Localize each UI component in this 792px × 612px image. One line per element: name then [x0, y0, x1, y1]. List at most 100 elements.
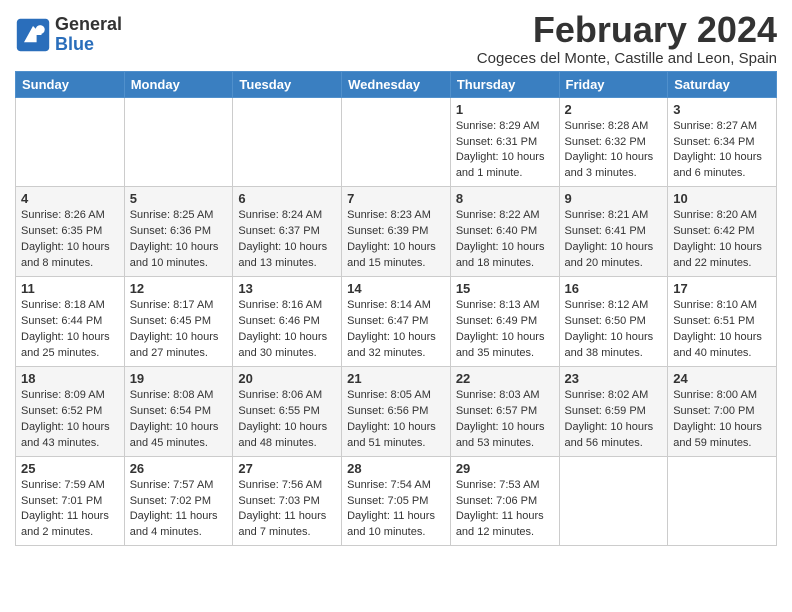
calendar-cell — [342, 97, 451, 187]
day-info: Sunrise: 8:25 AMSunset: 6:36 PMDaylight:… — [130, 208, 228, 272]
calendar-cell: 24 Sunrise: 8:00 AMSunset: 7:00 PMDayligh… — [668, 366, 777, 456]
day-info: Sunrise: 8:17 AMSunset: 6:45 PMDaylight:… — [130, 298, 228, 362]
day-info: Sunrise: 8:21 AMSunset: 6:41 PMDaylight:… — [565, 208, 663, 272]
logo-blue-text: Blue — [55, 35, 122, 55]
calendar-cell: 27 Sunrise: 7:56 AMSunset: 7:03 PMDayligh… — [233, 456, 342, 546]
calendar-cell: 10 Sunrise: 8:20 AMSunset: 6:42 PMDayligh… — [668, 187, 777, 277]
day-info: Sunrise: 8:22 AMSunset: 6:40 PMDaylight:… — [456, 208, 554, 272]
day-number: 15 — [456, 281, 554, 296]
col-header-wednesday: Wednesday — [342, 71, 451, 97]
col-header-friday: Friday — [559, 71, 668, 97]
day-info: Sunrise: 8:14 AMSunset: 6:47 PMDaylight:… — [347, 298, 445, 362]
day-info: Sunrise: 7:57 AMSunset: 7:02 PMDaylight:… — [130, 478, 228, 542]
week-row-1: 4Sunrise: 8:26 AMSunset: 6:35 PMDaylight… — [16, 187, 777, 277]
calendar-cell: 14 Sunrise: 8:14 AMSunset: 6:47 PMDayligh… — [342, 277, 451, 367]
logo: General Blue — [15, 15, 122, 55]
calendar: SundayMondayTuesdayWednesdayThursdayFrid… — [15, 71, 777, 547]
day-number: 27 — [238, 461, 336, 476]
calendar-cell: 9 Sunrise: 8:21 AMSunset: 6:41 PMDaylight… — [559, 187, 668, 277]
calendar-cell: 18Sunrise: 8:09 AMSunset: 6:52 PMDayligh… — [16, 366, 125, 456]
day-info: Sunrise: 8:00 AMSunset: 7:00 PMDaylight:… — [673, 388, 771, 452]
logo-icon — [15, 17, 51, 53]
day-info: Sunrise: 8:26 AMSunset: 6:35 PMDaylight:… — [21, 208, 119, 272]
day-number: 19 — [130, 371, 228, 386]
day-number: 12 — [130, 281, 228, 296]
day-number: 3 — [673, 102, 771, 117]
day-number: 11 — [21, 281, 119, 296]
calendar-cell: 7Sunrise: 8:23 AMSunset: 6:39 PMDaylight… — [342, 187, 451, 277]
day-info: Sunrise: 8:18 AMSunset: 6:44 PMDaylight:… — [21, 298, 119, 362]
subtitle: Cogeces del Monte, Castille and Leon, Sp… — [477, 50, 777, 67]
day-number: 24 — [673, 371, 771, 386]
calendar-header-row: SundayMondayTuesdayWednesdayThursdayFrid… — [16, 71, 777, 97]
day-info: Sunrise: 8:20 AMSunset: 6:42 PMDaylight:… — [673, 208, 771, 272]
day-info: Sunrise: 7:54 AMSunset: 7:05 PMDaylight:… — [347, 478, 445, 542]
col-header-saturday: Saturday — [668, 71, 777, 97]
day-info: Sunrise: 8:05 AMSunset: 6:56 PMDaylight:… — [347, 388, 445, 452]
calendar-cell — [16, 97, 125, 187]
day-number: 9 — [565, 191, 663, 206]
day-number: 5 — [130, 191, 228, 206]
week-row-4: 25 Sunrise: 7:59 AMSunset: 7:01 PMDayligh… — [16, 456, 777, 546]
day-info: Sunrise: 8:23 AMSunset: 6:39 PMDaylight:… — [347, 208, 445, 272]
day-number: 22 — [456, 371, 554, 386]
title-area: February 2024 Cogeces del Monte, Castill… — [477, 10, 777, 67]
calendar-cell: 3 Sunrise: 8:27 AMSunset: 6:34 PMDaylight… — [668, 97, 777, 187]
day-info: Sunrise: 8:03 AMSunset: 6:57 PMDaylight:… — [456, 388, 554, 452]
day-info: Sunrise: 7:59 AMSunset: 7:01 PMDaylight:… — [21, 478, 119, 542]
day-info: Sunrise: 8:09 AMSunset: 6:52 PMDaylight:… — [21, 388, 119, 452]
calendar-cell: 25 Sunrise: 7:59 AMSunset: 7:01 PMDayligh… — [16, 456, 125, 546]
day-info: Sunrise: 8:27 AMSunset: 6:34 PMDaylight:… — [673, 119, 771, 183]
day-number: 29 — [456, 461, 554, 476]
day-number: 23 — [565, 371, 663, 386]
calendar-cell: 22 Sunrise: 8:03 AMSunset: 6:57 PMDayligh… — [450, 366, 559, 456]
week-row-3: 18Sunrise: 8:09 AMSunset: 6:52 PMDayligh… — [16, 366, 777, 456]
day-number: 1 — [456, 102, 554, 117]
col-header-monday: Monday — [124, 71, 233, 97]
calendar-cell: 16 Sunrise: 8:12 AMSunset: 6:50 PMDayligh… — [559, 277, 668, 367]
calendar-cell: 2Sunrise: 8:28 AMSunset: 6:32 PMDaylight… — [559, 97, 668, 187]
calendar-cell: 13 Sunrise: 8:16 AMSunset: 6:46 PMDayligh… — [233, 277, 342, 367]
calendar-cell: 15Sunrise: 8:13 AMSunset: 6:49 PMDayligh… — [450, 277, 559, 367]
calendar-cell — [559, 456, 668, 546]
day-info: Sunrise: 8:02 AMSunset: 6:59 PMDaylight:… — [565, 388, 663, 452]
day-info: Sunrise: 8:06 AMSunset: 6:55 PMDaylight:… — [238, 388, 336, 452]
calendar-cell: 29 Sunrise: 7:53 AMSunset: 7:06 PMDayligh… — [450, 456, 559, 546]
day-number: 25 — [21, 461, 119, 476]
calendar-cell: 17Sunrise: 8:10 AMSunset: 6:51 PMDayligh… — [668, 277, 777, 367]
day-number: 17 — [673, 281, 771, 296]
header: General Blue February 2024 Cogeces del M… — [15, 10, 777, 67]
week-row-0: 1 Sunrise: 8:29 AMSunset: 6:31 PMDaylight… — [16, 97, 777, 187]
day-info: Sunrise: 8:24 AMSunset: 6:37 PMDaylight:… — [238, 208, 336, 272]
col-header-thursday: Thursday — [450, 71, 559, 97]
col-header-sunday: Sunday — [16, 71, 125, 97]
day-number: 16 — [565, 281, 663, 296]
calendar-cell: 12 Sunrise: 8:17 AMSunset: 6:45 PMDayligh… — [124, 277, 233, 367]
day-number: 26 — [130, 461, 228, 476]
calendar-cell: 4Sunrise: 8:26 AMSunset: 6:35 PMDaylight… — [16, 187, 125, 277]
calendar-cell: 28 Sunrise: 7:54 AMSunset: 7:05 PMDayligh… — [342, 456, 451, 546]
day-number: 13 — [238, 281, 336, 296]
calendar-cell: 11 Sunrise: 8:18 AMSunset: 6:44 PMDayligh… — [16, 277, 125, 367]
day-number: 14 — [347, 281, 445, 296]
day-info: Sunrise: 8:16 AMSunset: 6:46 PMDaylight:… — [238, 298, 336, 362]
calendar-cell — [124, 97, 233, 187]
day-number: 28 — [347, 461, 445, 476]
col-header-tuesday: Tuesday — [233, 71, 342, 97]
day-info: Sunrise: 8:08 AMSunset: 6:54 PMDaylight:… — [130, 388, 228, 452]
day-number: 21 — [347, 371, 445, 386]
day-info: Sunrise: 8:28 AMSunset: 6:32 PMDaylight:… — [565, 119, 663, 183]
logo-general-text: General — [55, 15, 122, 35]
calendar-cell: 8 Sunrise: 8:22 AMSunset: 6:40 PMDaylight… — [450, 187, 559, 277]
calendar-cell: 19 Sunrise: 8:08 AMSunset: 6:54 PMDayligh… — [124, 366, 233, 456]
day-info: Sunrise: 7:53 AMSunset: 7:06 PMDaylight:… — [456, 478, 554, 542]
day-info: Sunrise: 8:12 AMSunset: 6:50 PMDaylight:… — [565, 298, 663, 362]
day-number: 8 — [456, 191, 554, 206]
calendar-cell: 1 Sunrise: 8:29 AMSunset: 6:31 PMDaylight… — [450, 97, 559, 187]
day-info: Sunrise: 7:56 AMSunset: 7:03 PMDaylight:… — [238, 478, 336, 542]
day-info: Sunrise: 8:29 AMSunset: 6:31 PMDaylight:… — [456, 119, 554, 183]
calendar-cell — [668, 456, 777, 546]
week-row-2: 11 Sunrise: 8:18 AMSunset: 6:44 PMDayligh… — [16, 277, 777, 367]
day-number: 10 — [673, 191, 771, 206]
calendar-cell — [233, 97, 342, 187]
